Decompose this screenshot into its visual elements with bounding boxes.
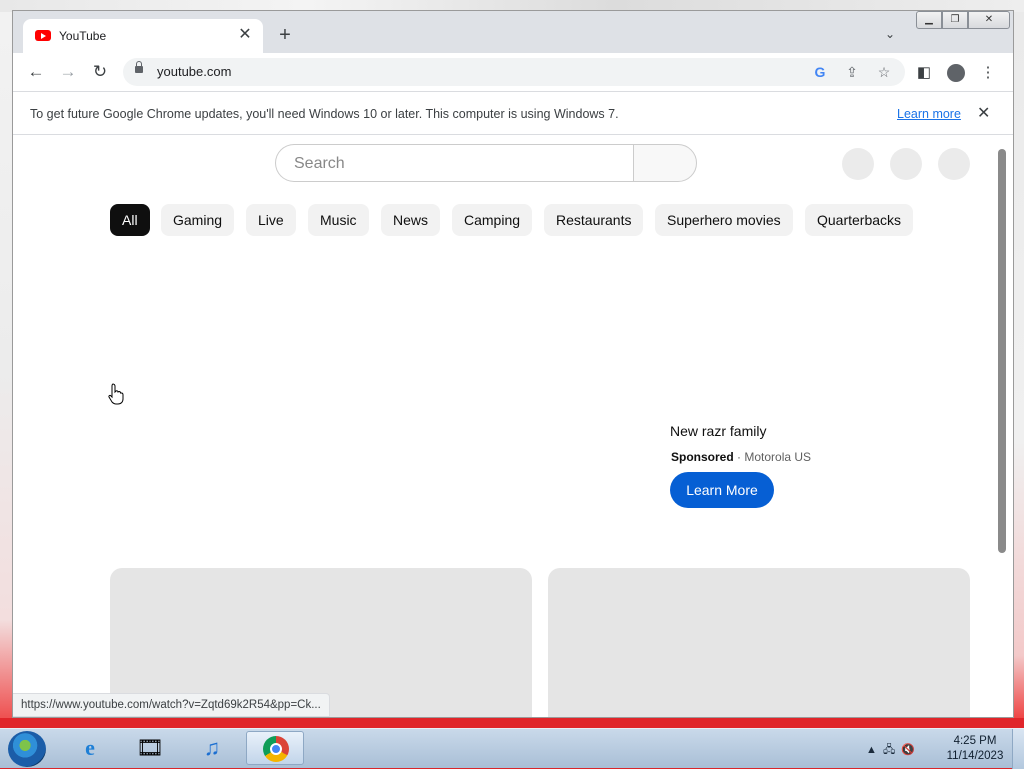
advertiser-name: Motorola US	[744, 450, 812, 464]
sponsored-label: Sponsored	[671, 450, 734, 464]
forward-icon[interactable]: →	[57, 61, 79, 83]
update-infobar: To get future Google Chrome updates, you…	[13, 91, 1013, 135]
menu-icon[interactable]: ⋮	[979, 64, 997, 82]
chip-superhero-movies[interactable]: Superhero movies	[655, 204, 793, 236]
profile-icon[interactable]	[947, 64, 965, 82]
page-scrollbar[interactable]	[998, 149, 1006, 553]
side-panel-icon[interactable]: ◧	[915, 64, 933, 82]
chip-live[interactable]: Live	[246, 204, 296, 236]
infobar-message: To get future Google Chrome updates, you…	[30, 107, 619, 121]
chip-news[interactable]: News	[381, 204, 441, 236]
search-button[interactable]	[633, 144, 697, 182]
window-close-button[interactable]: ✕	[968, 11, 1010, 29]
lock-icon[interactable]	[135, 61, 143, 73]
ad-title[interactable]: New razr family	[670, 423, 766, 439]
clock[interactable]: 4:25 PM 11/14/2023	[940, 734, 1010, 764]
bookmark-star-icon[interactable]: ☆	[875, 63, 893, 81]
meta-separator: ·	[737, 450, 742, 464]
tab-close-icon[interactable]: ✕	[235, 25, 255, 45]
windows-taskbar: e 🎞 ♫ ▲ 🖧 🔇 4:25 PM 11/14/2023	[0, 728, 1024, 769]
browser-toolbar: ← → ↻ youtube.com G ⇪ ☆ ◧ ⋮	[13, 53, 1013, 91]
chip-restaurants[interactable]: Restaurants	[544, 204, 644, 236]
notifications-icon[interactable]	[890, 148, 922, 180]
chip-all[interactable]: All	[110, 204, 150, 236]
tab-title: YouTube	[59, 29, 107, 43]
share-icon[interactable]: ⇪	[843, 63, 861, 81]
url-text[interactable]: youtube.com	[157, 64, 231, 79]
chip-music[interactable]: Music	[308, 204, 369, 236]
show-desktop-button[interactable]	[1012, 729, 1024, 769]
infobar-learn-more-link[interactable]: Learn more	[897, 107, 961, 121]
address-bar[interactable]: youtube.com G ⇪ ☆	[123, 58, 905, 86]
close-infobar-icon[interactable]: ✕	[977, 103, 990, 123]
system-tray[interactable]: ▲ 🖧 🔇	[866, 741, 915, 760]
chrome-icon	[263, 736, 289, 762]
chrome-window: YouTube ✕ + ⌄ ▁ ❐ ✕ ← → ↻ youtube.com G …	[12, 10, 1014, 718]
link-status-bubble: https://www.youtube.com/watch?v=Zqtd69k2…	[13, 693, 330, 717]
clock-time: 4:25 PM	[953, 735, 997, 747]
chip-camping[interactable]: Camping	[452, 204, 533, 236]
youtube-favicon	[35, 30, 51, 41]
tab-youtube[interactable]: YouTube ✕	[23, 19, 263, 53]
windows-start-icon[interactable]	[8, 731, 46, 767]
chip-quarterbacks[interactable]: Quarterbacks	[805, 204, 914, 236]
google-lens-icon[interactable]: G	[811, 63, 829, 81]
search-input[interactable]	[292, 154, 616, 174]
video-thumbnail-placeholder[interactable]	[548, 568, 970, 717]
reload-icon[interactable]: ↻	[89, 61, 111, 83]
create-icon[interactable]	[842, 148, 874, 180]
hand-cursor-icon	[108, 383, 124, 405]
tab-strip: YouTube ✕ + ⌄ ▁ ❐ ✕	[13, 11, 1013, 53]
ad-learn-more-button[interactable]: Learn More	[670, 472, 774, 508]
youtube-page: All Gaming Live Music News Camping Resta…	[13, 135, 1013, 717]
itunes-icon[interactable]: ♫	[190, 731, 234, 765]
search-box	[275, 144, 633, 182]
ad-meta: Sponsored · Motorola US	[671, 450, 811, 464]
new-tab-icon[interactable]: +	[273, 25, 297, 45]
taskbar-chrome-button[interactable]	[246, 731, 304, 765]
minimize-button[interactable]: ▁	[916, 11, 942, 29]
ie-icon[interactable]: e	[68, 731, 112, 765]
tab-search-icon[interactable]: ⌄	[885, 27, 895, 41]
media-icon[interactable]: 🎞	[128, 731, 172, 765]
desktop-wallpaper-left	[0, 12, 12, 727]
back-icon[interactable]: ←	[25, 61, 47, 83]
chip-gaming[interactable]: Gaming	[161, 204, 235, 236]
restore-button[interactable]: ❐	[942, 11, 968, 29]
account-avatar[interactable]	[938, 148, 970, 180]
clock-date: 11/14/2023	[946, 750, 1004, 762]
